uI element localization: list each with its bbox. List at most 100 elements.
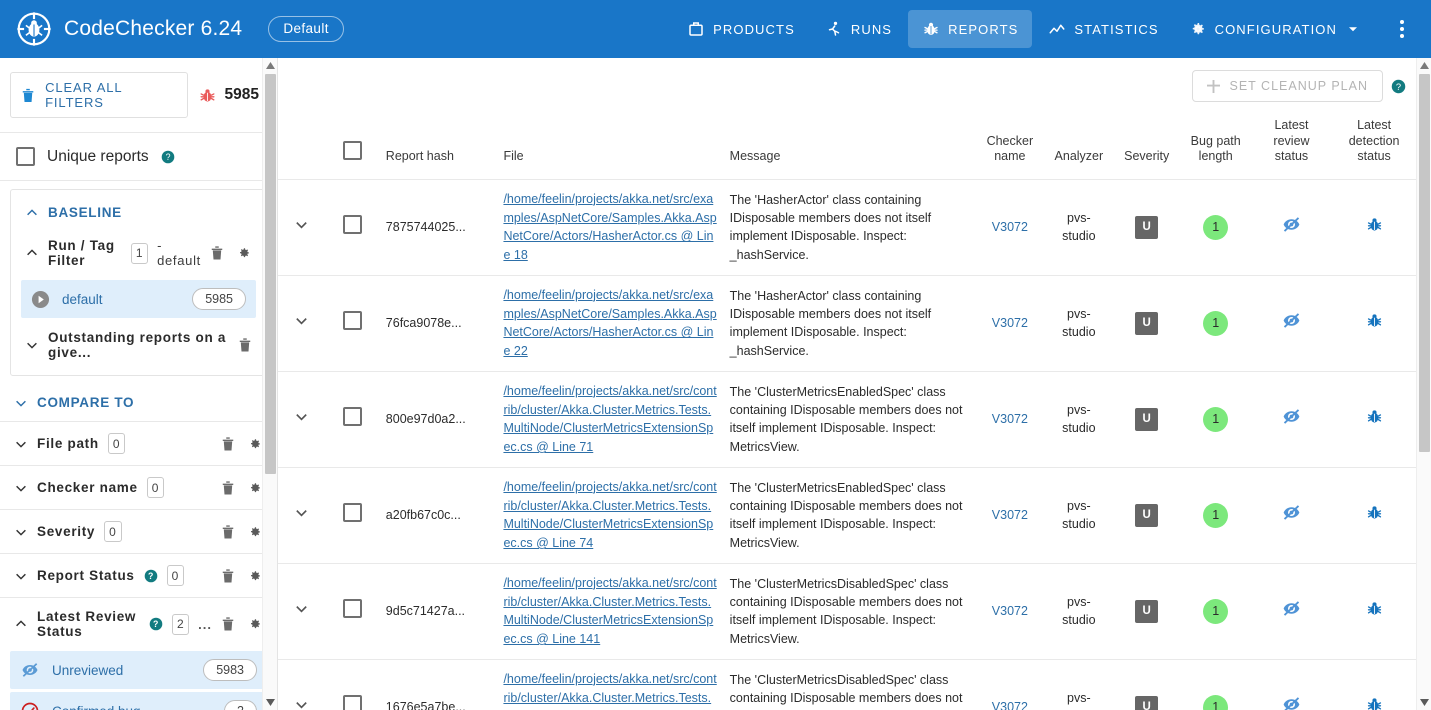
select-all-checkbox[interactable] — [343, 141, 362, 160]
row-file[interactable]: /home/feelin/projects/akka.net/src/contr… — [497, 563, 723, 659]
table-row[interactable]: a20fb67c0c.../home/feelin/projects/akka.… — [278, 467, 1416, 563]
nav-item-configuration[interactable]: CONFIGURATION — [1175, 10, 1373, 48]
row-latest-review-status[interactable] — [1251, 467, 1332, 563]
table-row[interactable]: 1676e5a7be.../home/feelin/projects/akka.… — [278, 659, 1416, 710]
col-file[interactable]: File — [497, 110, 723, 179]
col-bug-path-length[interactable]: Bug path length — [1181, 110, 1251, 179]
row-select-cell[interactable] — [326, 179, 380, 275]
row-file[interactable]: /home/feelin/projects/akka.net/src/contr… — [497, 467, 723, 563]
gear-icon[interactable] — [236, 245, 252, 261]
row-select-cell[interactable] — [326, 371, 380, 467]
row-expand-cell[interactable] — [278, 371, 326, 467]
col-latest-detection-status[interactable]: Latest detection status — [1332, 110, 1416, 179]
row-expand-cell[interactable] — [278, 179, 326, 275]
table-row[interactable]: 800e97d0a2.../home/feelin/projects/akka.… — [278, 371, 1416, 467]
row-file[interactable]: /home/feelin/projects/akka.net/src/examp… — [497, 179, 723, 275]
checker-link[interactable]: V3072 — [992, 316, 1028, 330]
nav-item-reports[interactable]: REPORTS — [908, 10, 1032, 48]
run-tag-item-default[interactable]: default 5985 — [21, 280, 256, 318]
bug-icon[interactable] — [1365, 215, 1384, 234]
row-checkbox[interactable] — [343, 695, 362, 710]
scroll-down-arrow[interactable] — [263, 695, 277, 710]
checker-link[interactable]: V3072 — [992, 412, 1028, 426]
file-link[interactable]: /home/feelin/projects/akka.net/src/examp… — [503, 192, 716, 262]
review-status-unreviewed[interactable]: Unreviewed 5983 — [10, 651, 267, 689]
row-checker-name[interactable]: V3072 — [975, 179, 1045, 275]
checker-link[interactable]: V3072 — [992, 220, 1028, 234]
row-checker-name[interactable]: V3072 — [975, 467, 1045, 563]
file-link[interactable]: /home/feelin/projects/akka.net/src/contr… — [503, 576, 716, 646]
sidebar-scrollbar-thumb[interactable] — [265, 74, 276, 474]
table-row[interactable]: 76fca9078e.../home/feelin/projects/akka.… — [278, 275, 1416, 371]
row-expand-cell[interactable] — [278, 563, 326, 659]
bug-icon[interactable] — [1365, 311, 1384, 330]
file-link[interactable]: /home/feelin/projects/akka.net/src/contr… — [503, 384, 716, 454]
trash-icon[interactable] — [221, 480, 235, 496]
help-circle-icon[interactable]: ? — [149, 617, 163, 631]
row-latest-review-status[interactable] — [1251, 659, 1332, 710]
scroll-down-arrow[interactable] — [1417, 695, 1431, 710]
checker-link[interactable]: V3072 — [992, 700, 1028, 710]
row-latest-detection-status[interactable] — [1332, 275, 1416, 371]
table-row[interactable]: 9d5c71427a.../home/feelin/projects/akka.… — [278, 563, 1416, 659]
baseline-header[interactable]: BASELINE — [11, 196, 266, 229]
unique-reports-row[interactable]: Unique reports ? — [0, 133, 277, 181]
main-scrollbar-thumb[interactable] — [1419, 74, 1430, 452]
eye-off-icon[interactable] — [1281, 598, 1302, 619]
product-chip[interactable]: Default — [268, 16, 344, 42]
trash-icon[interactable] — [221, 616, 235, 632]
row-checkbox[interactable] — [343, 311, 362, 330]
overflow-menu-button[interactable] — [1385, 12, 1419, 46]
col-severity[interactable]: Severity — [1113, 110, 1181, 179]
review-status-confirmed-bug[interactable]: Confirmed bug 2 — [10, 692, 267, 710]
chevron-down-icon[interactable] — [294, 505, 309, 520]
nav-item-runs[interactable]: RUNS — [811, 10, 906, 48]
trash-icon[interactable] — [221, 436, 235, 452]
chevron-down-icon[interactable] — [294, 217, 309, 232]
row-select-cell[interactable] — [326, 275, 380, 371]
row-latest-review-status[interactable] — [1251, 563, 1332, 659]
eye-off-icon[interactable] — [1281, 502, 1302, 523]
row-select-cell[interactable] — [326, 467, 380, 563]
row-checker-name[interactable]: V3072 — [975, 659, 1045, 710]
row-latest-review-status[interactable] — [1251, 179, 1332, 275]
bug-icon[interactable] — [1365, 695, 1384, 710]
table-row[interactable]: 7875744025.../home/feelin/projects/akka.… — [278, 179, 1416, 275]
bug-icon[interactable] — [1365, 503, 1384, 522]
trash-icon[interactable] — [210, 245, 224, 261]
row-latest-detection-status[interactable] — [1332, 467, 1416, 563]
sidebar-scrollbar[interactable] — [262, 58, 277, 710]
col-analyzer[interactable]: Analyzer — [1045, 110, 1113, 179]
run-tag-filter-header[interactable]: Run / Tag Filter 1 - default — [11, 229, 266, 277]
row-file[interactable]: /home/feelin/projects/akka.net/src/examp… — [497, 275, 723, 371]
col-latest-review-status[interactable]: Latest review status — [1251, 110, 1332, 179]
row-latest-detection-status[interactable] — [1332, 371, 1416, 467]
row-checker-name[interactable]: V3072 — [975, 563, 1045, 659]
row-checker-name[interactable]: V3072 — [975, 275, 1045, 371]
row-checkbox[interactable] — [343, 407, 362, 426]
col-report-hash[interactable]: Report hash — [380, 110, 498, 179]
checker-link[interactable]: V3072 — [992, 604, 1028, 618]
trash-icon[interactable] — [238, 337, 252, 353]
filter-severity-header[interactable]: Severity 0 — [0, 512, 277, 551]
bug-icon[interactable] — [1365, 407, 1384, 426]
file-link[interactable]: /home/feelin/projects/akka.net/src/contr… — [503, 480, 716, 550]
row-select-cell[interactable] — [326, 563, 380, 659]
row-select-cell[interactable] — [326, 659, 380, 710]
chevron-down-icon[interactable] — [294, 313, 309, 328]
gear-icon[interactable] — [247, 616, 263, 632]
scroll-up-arrow[interactable] — [263, 58, 277, 73]
row-latest-detection-status[interactable] — [1332, 179, 1416, 275]
row-expand-cell[interactable] — [278, 275, 326, 371]
row-checkbox[interactable] — [343, 503, 362, 522]
row-checkbox[interactable] — [343, 215, 362, 234]
row-file[interactable]: /home/feelin/projects/akka.net/src/contr… — [497, 371, 723, 467]
row-file[interactable]: /home/feelin/projects/akka.net/src/contr… — [497, 659, 723, 710]
trash-icon[interactable] — [221, 524, 235, 540]
chevron-down-icon[interactable] — [294, 409, 309, 424]
eye-off-icon[interactable] — [1281, 694, 1302, 710]
col-checker-name[interactable]: Checker name — [975, 110, 1045, 179]
main-scrollbar[interactable] — [1416, 58, 1431, 710]
nav-item-products[interactable]: PRODUCTS — [673, 10, 809, 48]
gear-icon[interactable] — [247, 568, 263, 584]
